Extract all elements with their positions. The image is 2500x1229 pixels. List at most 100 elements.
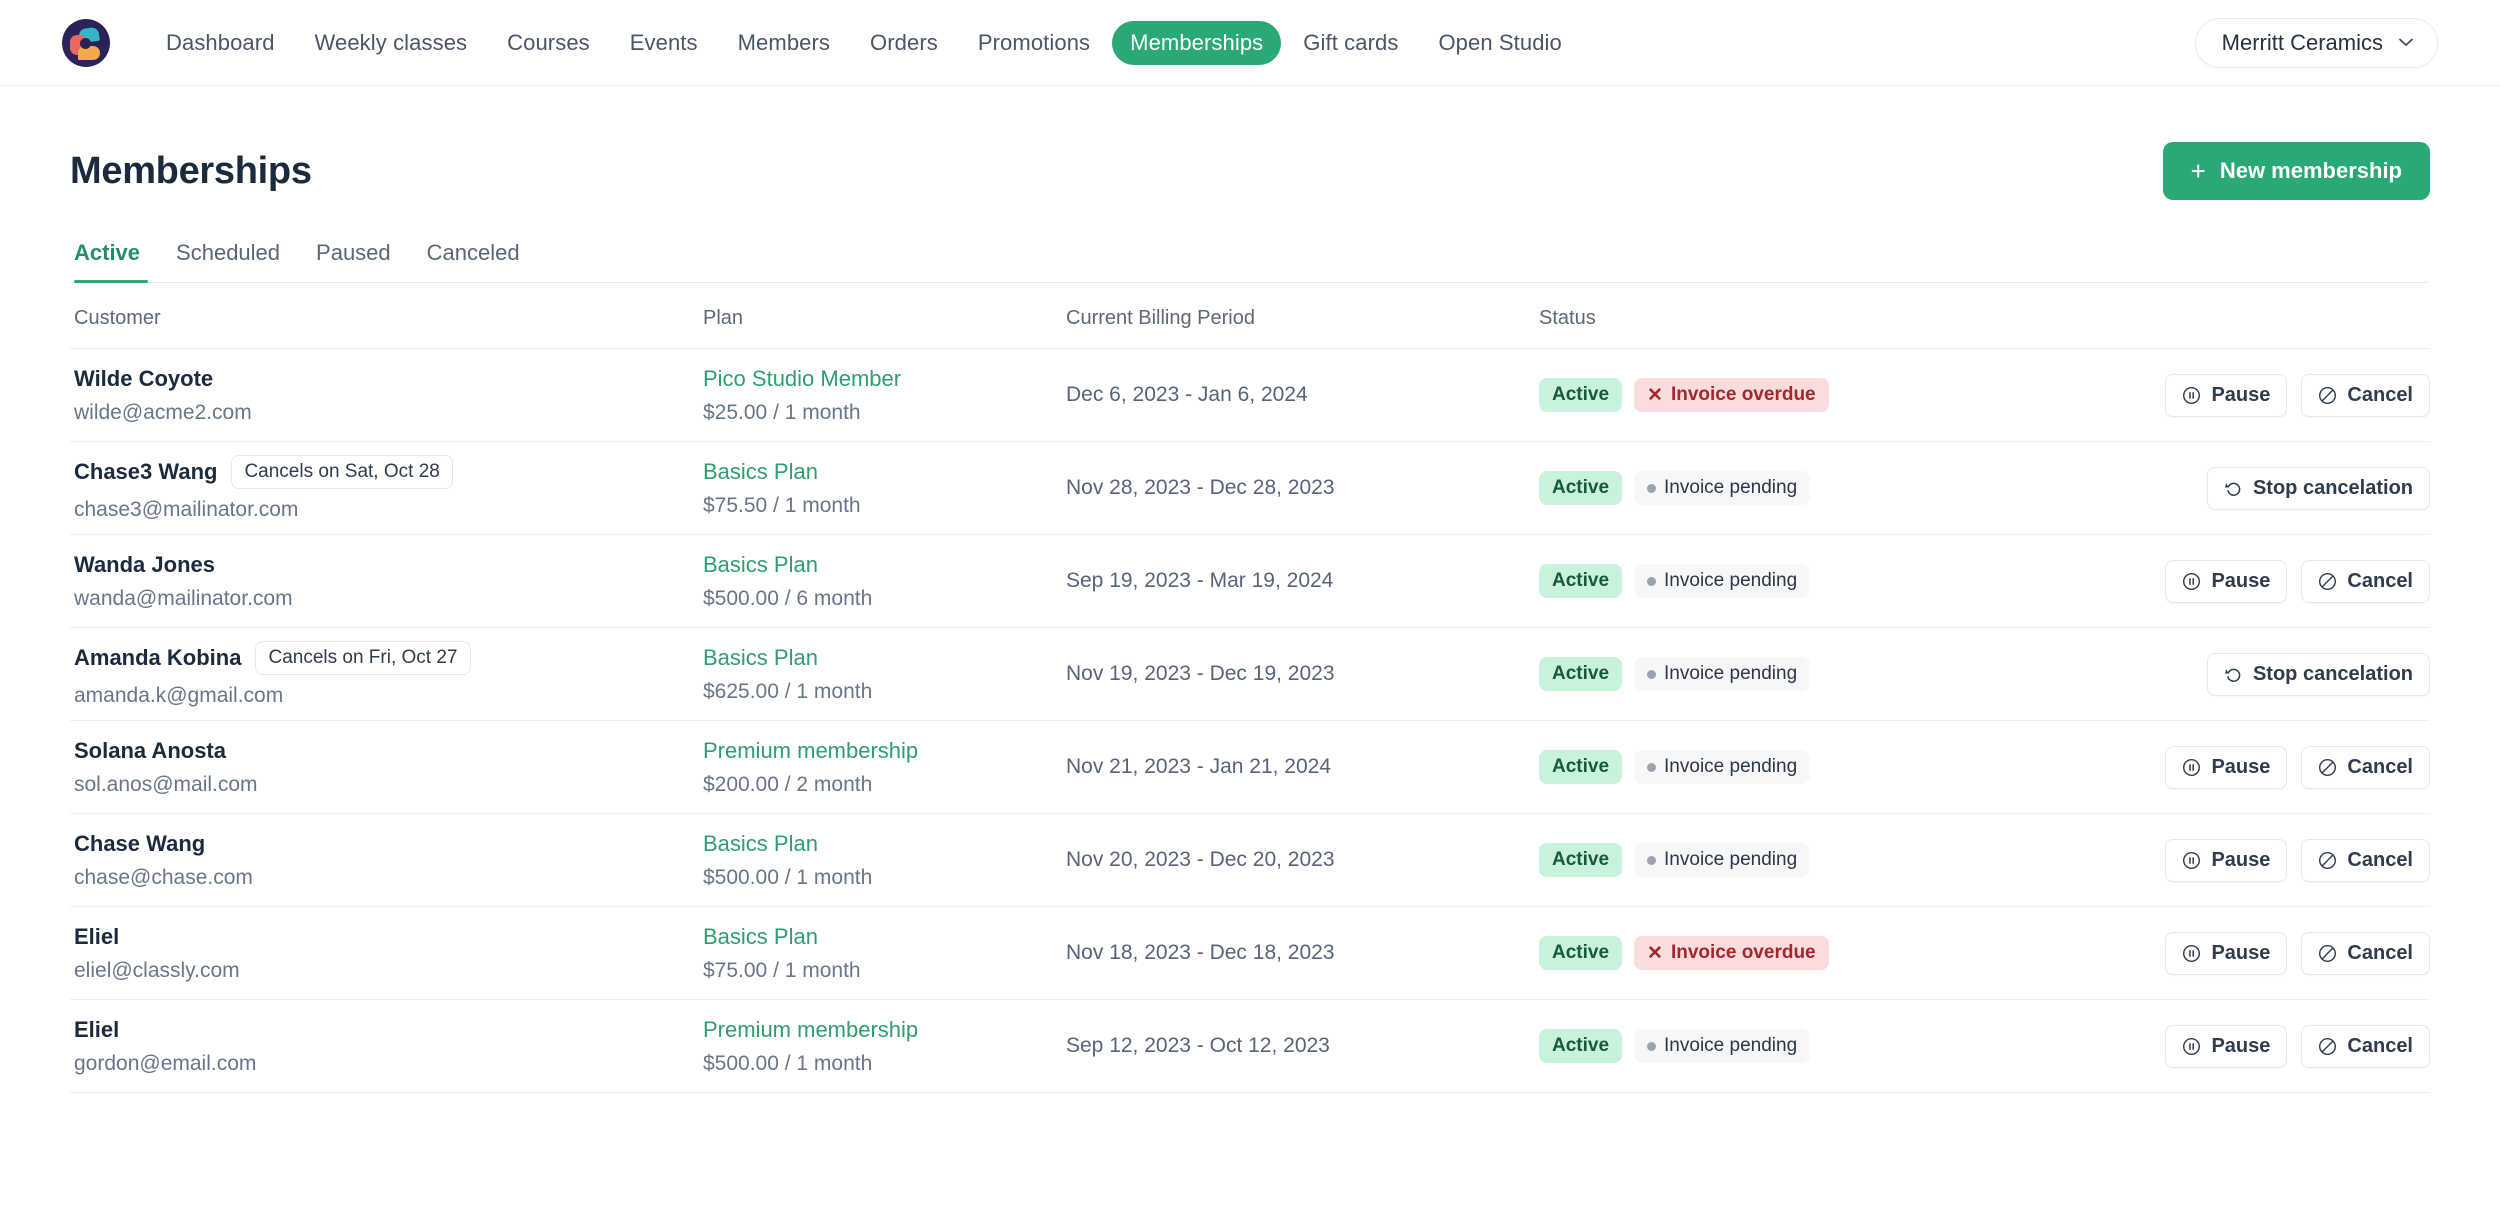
ban-circle-icon (2318, 944, 2337, 963)
new-membership-button[interactable]: + New membership (2163, 142, 2430, 200)
nav-link-gift-cards[interactable]: Gift cards (1285, 21, 1416, 65)
plan-price: $75.00 / 1 month (703, 959, 1066, 983)
plan-link[interactable]: Premium membership (703, 1017, 1066, 1043)
nav-link-dashboard[interactable]: Dashboard (148, 21, 293, 65)
cell-status: ActiveInvoice pending (1539, 657, 2140, 691)
cell-plan: Pico Studio Member $25.00 / 1 month (703, 366, 1066, 425)
table-row[interactable]: Chase Wangchase@chase.comBasics Plan$500… (70, 814, 2430, 907)
invoice-status-badge: Invoice pending (1634, 750, 1810, 784)
tab-paused[interactable]: Paused (298, 240, 409, 282)
cell-actions: Pause Cancel (2140, 560, 2430, 603)
table-header-row: Customer Plan Current Billing Period Sta… (70, 283, 2430, 349)
action-label: Cancel (2347, 942, 2413, 965)
pause-button[interactable]: Pause (2165, 839, 2287, 882)
cancel-button[interactable]: Cancel (2301, 1025, 2430, 1068)
plan-link[interactable]: Premium membership (703, 738, 1066, 764)
nav-link-courses[interactable]: Courses (489, 21, 608, 65)
cancel-button[interactable]: Cancel (2301, 932, 2430, 975)
customer-name: Solana Anosta (74, 738, 226, 764)
status-badges: Active✕Invoice overdue (1539, 936, 2140, 970)
pause-button[interactable]: Pause (2165, 932, 2287, 975)
dot-icon (1647, 763, 1656, 772)
customer-name: Eliel (74, 924, 119, 950)
nav-link-memberships[interactable]: Memberships (1112, 21, 1281, 65)
column-header-plan: Plan (703, 307, 1066, 330)
customer-name: Wilde Coyote (74, 366, 213, 392)
column-header-status: Status (1539, 307, 2140, 330)
nav-link-events[interactable]: Events (612, 21, 716, 65)
customer-name: Chase3 Wang (74, 459, 217, 485)
table-row[interactable]: Chase3 WangCancels on Sat, Oct 28chase3@… (70, 442, 2430, 535)
pause-circle-icon (2182, 386, 2201, 405)
table-row[interactable]: Wanda Joneswanda@mailinator.comBasics Pl… (70, 535, 2430, 628)
plan-price: $25.00 / 1 month (703, 401, 1066, 425)
undo-arrow-icon (2224, 665, 2243, 684)
primary-nav-links: DashboardWeekly classesCoursesEventsMemb… (148, 21, 1580, 65)
top-navigation-bar: DashboardWeekly classesCoursesEventsMemb… (0, 0, 2500, 86)
cell-billing-period: Dec 6, 2023 - Jan 6, 2024 (1066, 383, 1539, 407)
table-row[interactable]: Eliel eliel@classly.comBasics Plan $75.00 … (70, 907, 2430, 1000)
table-row[interactable]: Solana Anosta sol.anos@mail.comPremium me… (70, 721, 2430, 814)
column-header-billing-period: Current Billing Period (1066, 307, 1539, 330)
customer-email: eliel@classly.com (74, 959, 703, 983)
plan-link[interactable]: Basics Plan (703, 459, 1066, 485)
cell-customer: Chase3 WangCancels on Sat, Oct 28chase3@… (70, 455, 703, 522)
stop-cancelation-button[interactable]: Stop cancelation (2207, 467, 2430, 510)
cell-status: ActiveInvoice pending (1539, 471, 2140, 505)
cancel-button[interactable]: Cancel (2301, 839, 2430, 882)
invoice-status-label: Invoice pending (1664, 1035, 1797, 1057)
plan-link[interactable]: Basics Plan (703, 924, 1066, 950)
status-badge: Active (1539, 750, 1622, 784)
nav-link-members[interactable]: Members (720, 21, 848, 65)
action-label: Cancel (2347, 570, 2413, 593)
cell-plan: Basics Plan$500.00 / 1 month (703, 831, 1066, 890)
tab-scheduled[interactable]: Scheduled (158, 240, 298, 282)
plan-link[interactable]: Pico Studio Member (703, 366, 1066, 392)
cancel-button[interactable]: Cancel (2301, 746, 2430, 789)
tab-active[interactable]: Active (70, 240, 158, 282)
action-label: Cancel (2347, 756, 2413, 779)
cell-actions: Pause Cancel (2140, 839, 2430, 882)
cell-actions: Stop cancelation (2140, 653, 2430, 696)
account-switcher-button[interactable]: Merritt Ceramics (2195, 18, 2438, 68)
billing-period: Nov 21, 2023 - Jan 21, 2024 (1066, 755, 1331, 778)
cell-status: Active✕Invoice overdue (1539, 936, 2140, 970)
nav-link-open-studio[interactable]: Open Studio (1420, 21, 1579, 65)
classly-logo-icon[interactable] (62, 19, 110, 67)
nav-link-promotions[interactable]: Promotions (960, 21, 1108, 65)
cancel-button[interactable]: Cancel (2301, 374, 2430, 417)
plan-link[interactable]: Basics Plan (703, 831, 1066, 857)
status-badge: Active (1539, 1029, 1622, 1063)
pause-button[interactable]: Pause (2165, 1025, 2287, 1068)
tab-canceled[interactable]: Canceled (409, 240, 538, 282)
action-label: Pause (2211, 756, 2270, 779)
status-badge: Active (1539, 936, 1622, 970)
pause-button[interactable]: Pause (2165, 746, 2287, 789)
pause-button[interactable]: Pause (2165, 374, 2287, 417)
table-row[interactable]: Elielgordon@email.comPremium membership$… (70, 1000, 2430, 1093)
status-badges: Active Invoice pending (1539, 564, 2140, 598)
nav-link-weekly-classes[interactable]: Weekly classes (297, 21, 486, 65)
invoice-status-label: Invoice pending (1664, 756, 1797, 778)
status-badge: Active (1539, 564, 1622, 598)
dot-icon (1647, 484, 1656, 493)
x-icon: ✕ (1647, 944, 1663, 963)
cell-billing-period: Nov 28, 2023 - Dec 28, 2023 (1066, 476, 1539, 500)
page-content: Memberships + New membership ActiveSched… (0, 86, 2500, 1093)
nav-link-orders[interactable]: Orders (852, 21, 956, 65)
action-label: Cancel (2347, 384, 2413, 407)
stop-cancelation-button[interactable]: Stop cancelation (2207, 653, 2430, 696)
pause-button[interactable]: Pause (2165, 560, 2287, 603)
plan-link[interactable]: Basics Plan (703, 645, 1066, 671)
table-row[interactable]: Wilde Coyotewilde@acme2.comPico Studio M… (70, 349, 2430, 442)
customer-email: sol.anos@mail.com (74, 773, 703, 797)
ban-circle-icon (2318, 851, 2337, 870)
cell-status: ActiveInvoice pending (1539, 843, 2140, 877)
table-body: Wilde Coyotewilde@acme2.comPico Studio M… (70, 349, 2430, 1093)
ban-circle-icon (2318, 758, 2337, 777)
cancel-button[interactable]: Cancel (2301, 560, 2430, 603)
plan-link[interactable]: Basics Plan (703, 552, 1066, 578)
table-row[interactable]: Amanda KobinaCancels on Fri, Oct 27amand… (70, 628, 2430, 721)
invoice-status-label: Invoice pending (1664, 570, 1797, 592)
status-badge: Active (1539, 378, 1622, 412)
